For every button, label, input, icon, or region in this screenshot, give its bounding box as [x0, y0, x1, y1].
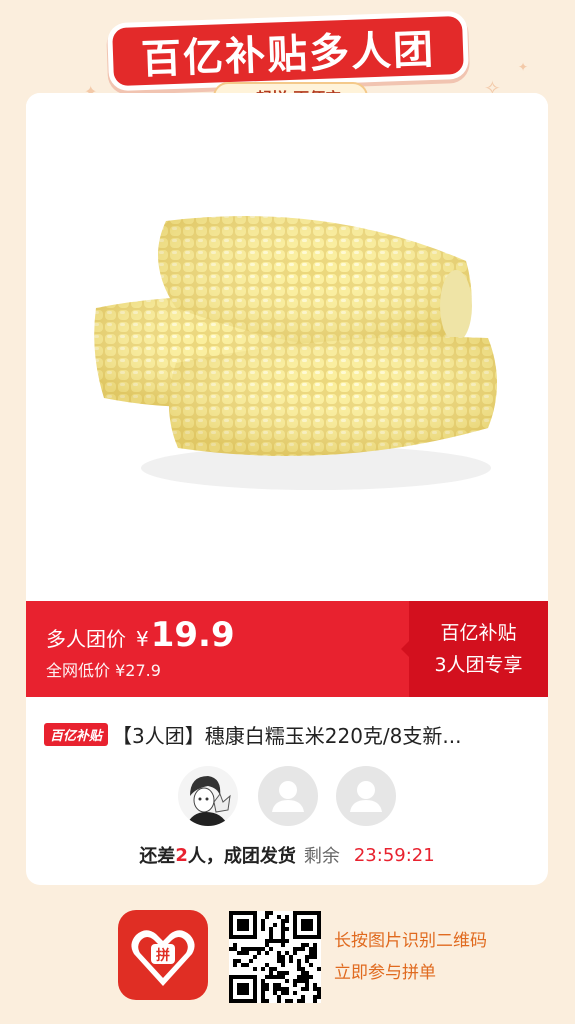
- group-members: [178, 766, 398, 828]
- badge-notch: [401, 641, 409, 657]
- sparkle-icon: ✦: [518, 60, 529, 74]
- subsidy-badge: 百亿补贴 3人团专享: [409, 601, 548, 697]
- group-price-label: 多人团价: [46, 627, 126, 651]
- banner-title: 百亿补贴多人团: [112, 15, 464, 87]
- promo-banner: 百亿补贴多人团 一起拼 更便宜: [112, 14, 464, 112]
- pinduoduo-app-icon: 拼: [118, 910, 208, 1000]
- currency-symbol: ¥: [136, 627, 149, 651]
- cta-line-2: 立即参与拼单: [334, 963, 436, 983]
- status-suffix: 人，成团发货: [187, 846, 296, 867]
- status-prefix: 还差: [139, 846, 176, 867]
- empty-member-avatar: [336, 766, 396, 826]
- member-avatar[interactable]: [178, 766, 238, 826]
- qr-code[interactable]: [229, 911, 321, 1003]
- product-image[interactable]: [26, 93, 548, 603]
- subsidy-badge-line2: 3人团专享: [434, 654, 523, 676]
- user-placeholder-icon: [350, 781, 382, 812]
- countdown-timer: 23:59:21: [353, 844, 435, 866]
- product-title-row[interactable]: 百亿补贴 【3人团】穗康白糯玉米220克/8支新...: [44, 721, 534, 747]
- product-card[interactable]: 多人团价 ¥ 19.9 全网低价 ¥27.9 百亿补贴 3人团专享 百亿补贴 【…: [26, 93, 548, 885]
- missing-count: 2: [175, 844, 188, 866]
- remaining-label: 剩余: [303, 846, 340, 867]
- reference-price: 全网低价 ¥27.9: [46, 661, 161, 680]
- subsidy-tag: 百亿补贴: [44, 722, 109, 746]
- corn-image: [94, 216, 497, 490]
- group-price-value: 19.9: [150, 615, 235, 655]
- empty-member-avatar: [258, 766, 318, 826]
- price-bar: 多人团价 ¥ 19.9 全网低价 ¥27.9 百亿补贴 3人团专享: [26, 601, 548, 697]
- cta-line-1: 长按图片识别二维码: [334, 931, 487, 951]
- group-status: 还差 2 人，成团发货 剩余 23:59:21: [26, 841, 548, 869]
- svg-text:拼: 拼: [156, 947, 170, 964]
- qr-instructions: 长按图片识别二维码 立即参与拼单: [334, 925, 487, 989]
- product-title: 【3人团】穗康白糯玉米220克/8支新...: [112, 723, 462, 748]
- subsidy-badge-line1: 百亿补贴: [440, 622, 517, 644]
- user-placeholder-icon: [272, 781, 304, 812]
